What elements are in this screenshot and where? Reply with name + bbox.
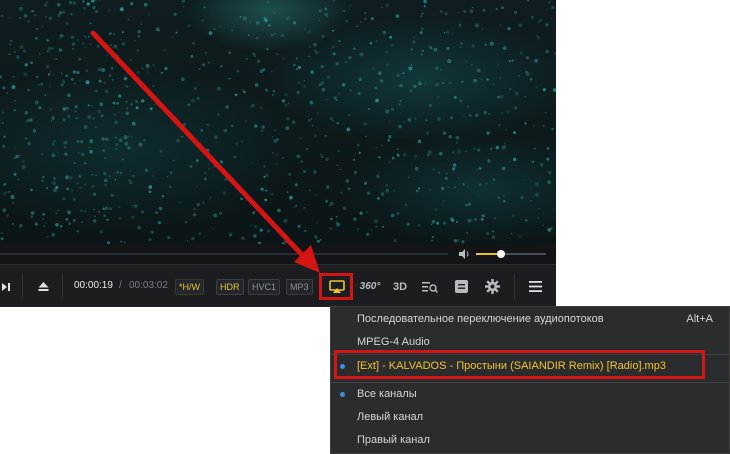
current-time: 00:00:19 [74,280,113,291]
360-label: 360° [359,281,381,292]
video-frame[interactable] [0,0,556,244]
menu-item-right-channel[interactable]: Правый канал [331,429,729,452]
seek-bar-area [0,244,556,264]
menu-item-label: Левый канал [357,411,424,423]
volume-slider[interactable] [476,250,546,258]
subtitles-icon[interactable] [452,265,470,307]
volume-thumb[interactable] [496,250,505,258]
seek-track[interactable] [0,253,448,255]
menu-item-label: Последовательное переключение аудиопоток… [357,313,604,325]
annotation-highlight-track [334,350,705,379]
video-forest-image [0,0,556,244]
hamburger-menu-icon[interactable] [524,265,546,307]
eject-icon[interactable] [34,265,52,307]
hw-accel-badge[interactable]: *H/W [175,279,204,295]
menu-item-shortcut: Alt+A [686,313,713,325]
gear-icon[interactable] [482,265,502,307]
playlist-search-icon[interactable] [420,265,440,307]
divider [62,273,63,300]
divider [22,273,23,300]
check-dot-icon [340,392,345,397]
hdr-badge[interactable]: HDR [216,279,244,295]
total-duration: 00:03:02 [129,280,168,291]
3d-label: 3D [392,280,408,293]
3d-icon[interactable]: 3D [390,265,410,307]
menu-item-left-channel[interactable]: Левый канал [331,406,729,429]
speaker-icon[interactable] [458,248,470,260]
audio-track-menu: Последовательное переключение аудиопоток… [330,306,730,454]
divider [514,273,515,300]
menu-item-label: Правый канал [357,434,430,446]
menu-item-all-channels[interactable]: Все каналы [331,383,729,406]
control-bar: 00:00:19 / 00:03:02 *H/W HDR HVC1 MP3 36… [0,264,556,307]
annotation-highlight-airplay [319,273,353,300]
skip-next-icon[interactable] [0,265,14,307]
time-separator: / [119,280,122,291]
codec-badge[interactable]: HVC1 [248,279,281,295]
media-player-window: 00:00:19 / 00:03:02 *H/W HDR HVC1 MP3 36… [0,0,556,307]
audio-codec-badge[interactable]: MP3 [286,279,313,295]
menu-item-cycle-audio[interactable]: Последовательное переключение аудиопоток… [331,308,729,331]
menu-item-label: Все каналы [357,388,417,400]
360-icon[interactable]: 360° [358,265,382,307]
